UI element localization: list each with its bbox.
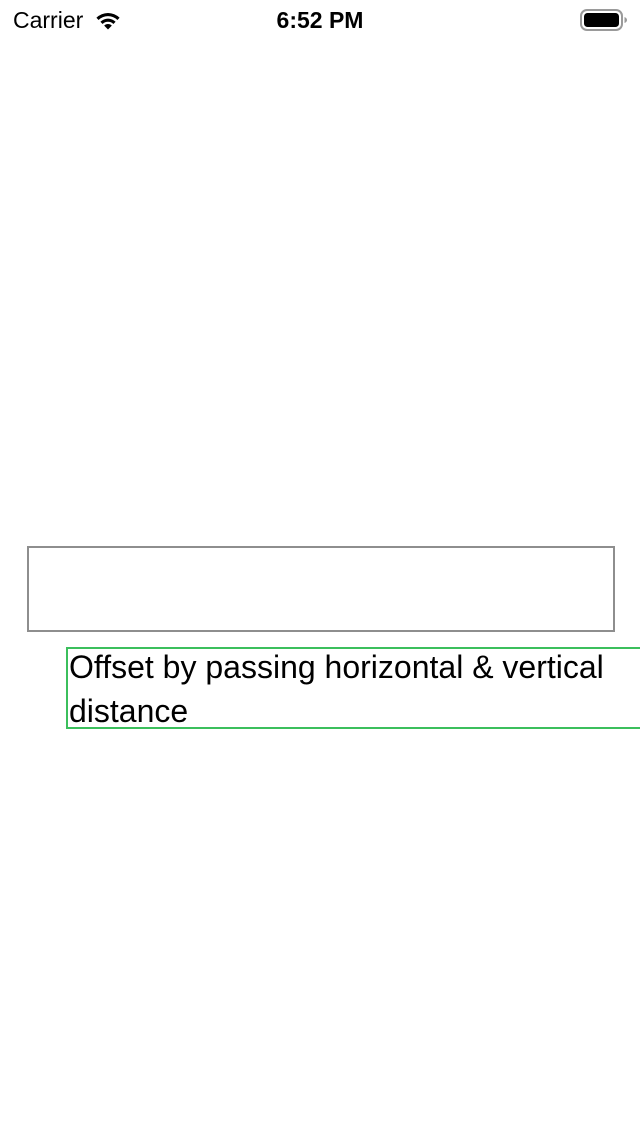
status-bar: Carrier 6:52 PM [0, 0, 640, 40]
offset-label-box: Offset by passing horizontal & vertical … [66, 647, 640, 729]
battery-icon [580, 9, 627, 31]
offset-label-text: Offset by passing horizontal & vertical … [69, 649, 604, 729]
bordered-container [27, 546, 615, 632]
status-time: 6:52 PM [276, 7, 364, 33]
